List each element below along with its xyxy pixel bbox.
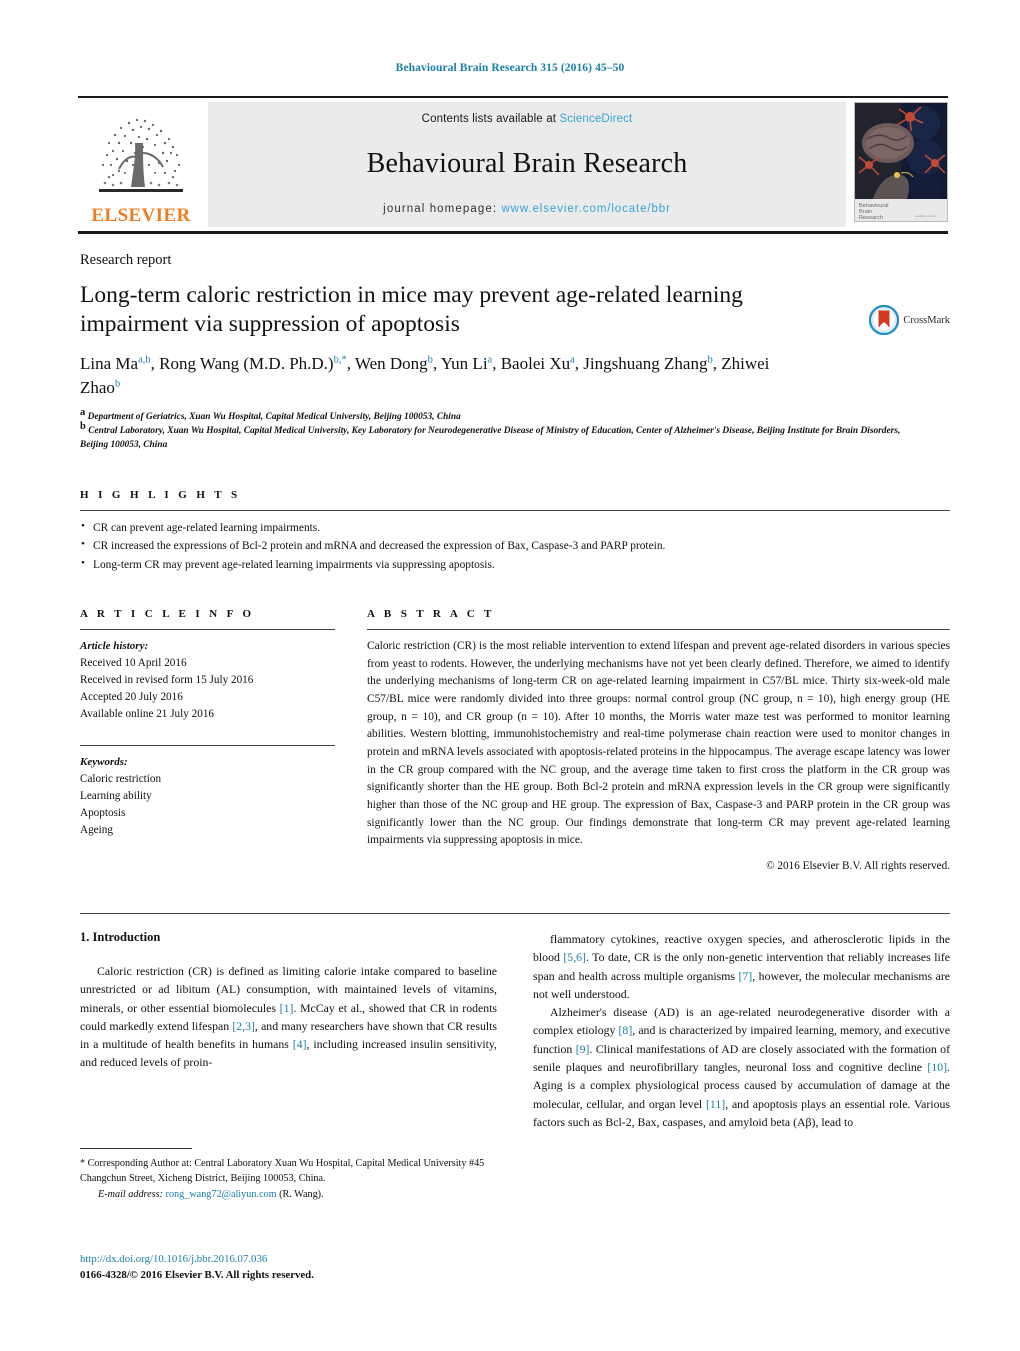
corresponding-author-text: * Corresponding Author at: Central Labor… — [80, 1158, 485, 1185]
highlights-section: H I G H L I G H T S CR can prevent age-r… — [80, 489, 950, 574]
highlights-rule — [80, 510, 950, 511]
highlight-item: CR can prevent age-related learning impa… — [80, 518, 950, 537]
doi-link[interactable]: http://dx.doi.org/10.1016/j.bbr.2016.07.… — [80, 1251, 497, 1267]
paper-page: Behavioural Brain Research 315 (2016) 45… — [0, 0, 1020, 1351]
keywords-list: Caloric restriction Learning ability Apopt… — [80, 771, 335, 839]
corresponding-author-footnote: * Corresponding Author at: Central Labor… — [80, 1148, 497, 1202]
article-history-label: Article history: — [80, 640, 149, 652]
intro-paragraph-3: Alzheimer's disease (AD) is an age-relat… — [533, 1005, 951, 1129]
svg-text:available online: available online — [915, 214, 936, 218]
abstract-copyright: © 2016 Elsevier B.V. All rights reserved… — [766, 860, 950, 873]
homepage-label: journal homepage: — [383, 203, 498, 215]
body-separator-rule — [80, 913, 950, 914]
crossmark-icon — [869, 305, 900, 335]
affiliation-item: a Department of Geriatrics, Xuan Wu Hosp… — [80, 407, 461, 423]
article-history-item: Received in revised form 15 July 2016 — [80, 673, 254, 686]
abstract-text: Caloric restriction (CR) is the most rel… — [367, 640, 950, 847]
highlights-list: CR can prevent age-related learning impa… — [80, 518, 950, 574]
article-info-rule — [80, 629, 335, 630]
keywords-label: Keywords: — [80, 755, 128, 768]
article-type-label: Research report — [80, 252, 172, 268]
email-suffix: (R. Wang). — [279, 1188, 324, 1200]
elsevier-wordmark: ELSEVIER — [91, 205, 191, 226]
affiliation-list: a Department of Geriatrics, Xuan Wu Hosp… — [80, 407, 920, 452]
keyword-item: Learning ability — [80, 789, 152, 802]
journal-masthead: ELSEVIER Contents lists available at Sci… — [78, 96, 948, 234]
svg-text:Research: Research — [859, 215, 883, 221]
page-title: Long-term caloric restriction in mice ma… — [80, 282, 743, 337]
affiliation-item: b Central Laboratory, Xuan Wu Hospital, … — [80, 421, 901, 451]
journal-homepage-line: journal homepage: www.elsevier.com/locat… — [383, 203, 671, 215]
elsevier-logo: ELSEVIER — [78, 102, 204, 227]
keywords-rule — [80, 744, 335, 746]
abstract-rule — [367, 629, 950, 630]
introduction-heading: 1. Introduction — [80, 930, 161, 944]
masthead-bottom-rule — [78, 231, 948, 234]
contents-available-line: Contents lists available at ScienceDirec… — [422, 113, 633, 125]
highlights-heading: H I G H L I G H T S — [80, 489, 241, 501]
contents-prefix: Contents lists available at — [421, 113, 560, 125]
email-line: E-mail address: rong_wang72@aliyun.com (… — [80, 1187, 497, 1202]
journal-title: Behavioural Brain Research — [366, 148, 688, 179]
doi-block: http://dx.doi.org/10.1016/j.bbr.2016.07.… — [80, 1251, 497, 1283]
running-head: Behavioural Brain Research 315 (2016) 45… — [395, 62, 625, 74]
issn-copyright-line: 0166-4328/© 2016 Elsevier B.V. All right… — [80, 1269, 314, 1282]
abstract-heading: A B S T R A C T — [367, 608, 495, 620]
journal-cover-art: Behavioural Brain Research available onl… — [855, 103, 947, 221]
article-history-item: Accepted 20 July 2016 — [80, 690, 183, 703]
keyword-item: Apoptosis — [80, 806, 126, 819]
article-info-column: A R T I C L E I N F O Article history: R… — [80, 608, 335, 872]
email-label: E-mail address: — [98, 1188, 163, 1200]
article-history-item: Available online 21 July 2016 — [80, 707, 215, 720]
body-column-right: flammatory cytokines, reactive oxygen sp… — [533, 930, 950, 1131]
article-info-heading: A R T I C L E I N F O — [80, 608, 255, 620]
masthead-top-rule — [78, 96, 948, 98]
highlight-item: CR increased the expressions of Bcl-2 pr… — [80, 536, 950, 555]
journal-cover-thumbnail: Behavioural Brain Research available onl… — [854, 102, 948, 222]
footnote-rule — [80, 1148, 192, 1149]
keyword-item: Caloric restriction — [80, 772, 162, 785]
crossmark-label: CrossMark — [903, 314, 950, 326]
journal-info-block: Contents lists available at ScienceDirec… — [208, 102, 846, 227]
article-header: Research report Long-term caloric restri… — [80, 252, 950, 453]
intro-paragraph-1: Caloric restriction (CR) is defined as l… — [80, 964, 497, 1070]
elsevier-tree-icon — [99, 118, 183, 192]
email-link[interactable]: rong_wang72@aliyun.com — [166, 1189, 277, 1200]
homepage-url-link[interactable]: www.elsevier.com/locate/bbr — [501, 203, 670, 215]
highlight-item: Long-term CR may prevent age-related lea… — [80, 555, 950, 574]
info-abstract-section: A R T I C L E I N F O Article history: R… — [80, 608, 950, 872]
article-body: 1. Introduction Caloric restriction (CR)… — [80, 930, 950, 1131]
abstract-column: A B S T R A C T Caloric restriction (CR)… — [335, 608, 950, 872]
article-history-item: Received 10 April 2016 — [80, 656, 187, 669]
article-history-list: Received 10 April 2016 Received in revise… — [80, 655, 335, 723]
keyword-item: Ageing — [80, 823, 113, 836]
intro-paragraph-2: flammatory cytokines, reactive oxygen sp… — [533, 932, 950, 1001]
author-list: Lina Maa,b, Rong Wang (M.D. Ph.D.)b,*, W… — [80, 354, 770, 397]
crossmark-badge[interactable]: CrossMark — [869, 305, 950, 335]
sciencedirect-link[interactable]: ScienceDirect — [559, 113, 632, 125]
body-column-left: 1. Introduction Caloric restriction (CR)… — [80, 930, 497, 1131]
